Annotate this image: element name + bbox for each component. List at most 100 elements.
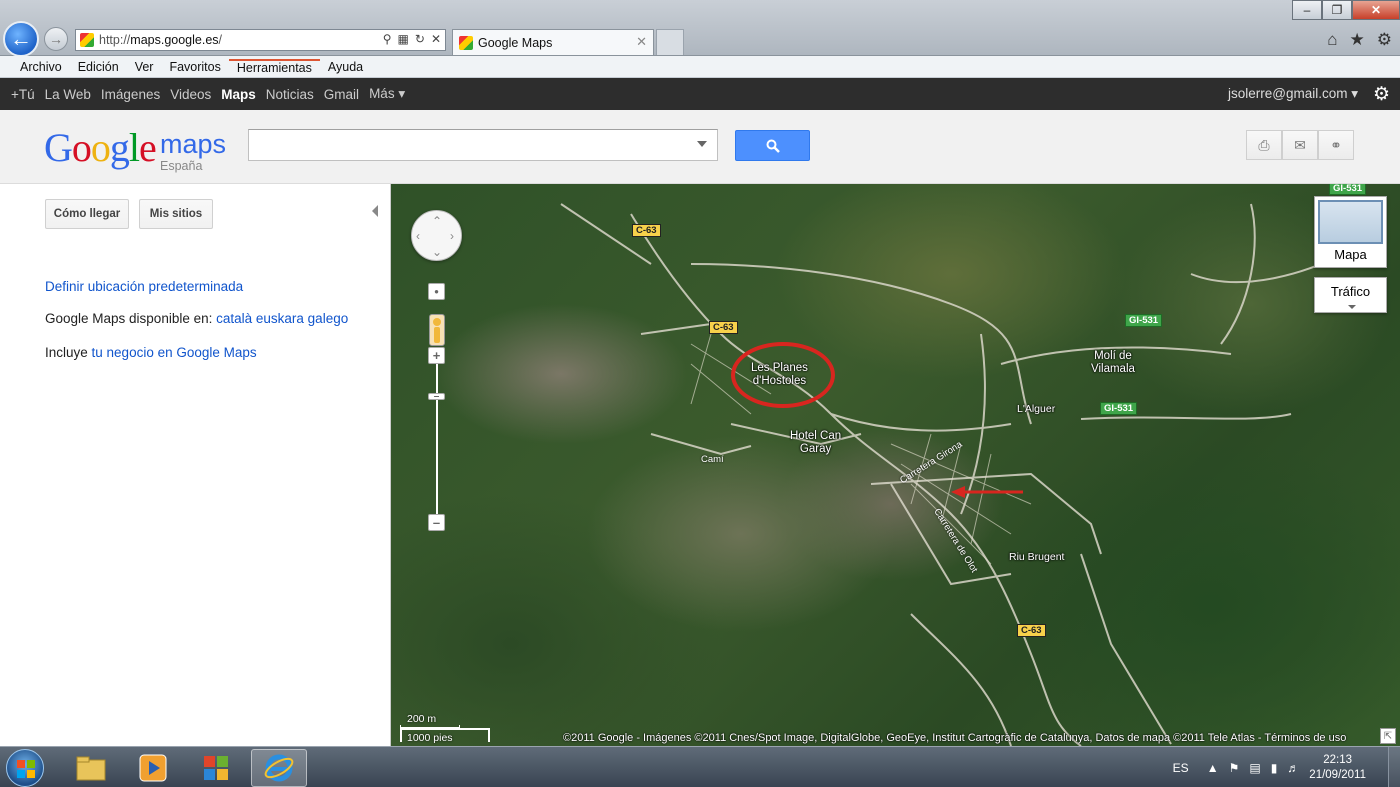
menu-archivo[interactable]: Archivo (12, 60, 70, 74)
road-network (560, 203, 1362, 746)
pegman-icon[interactable] (429, 314, 445, 346)
compat-view-icon[interactable]: ▦ (398, 32, 409, 46)
overview-toggle-icon[interactable]: ⇱ (1380, 728, 1396, 744)
menu-edicion[interactable]: Edición (70, 60, 127, 74)
device-icon[interactable]: ▤ (1249, 761, 1260, 775)
menu-ayuda[interactable]: Ayuda (320, 60, 371, 74)
stop-icon[interactable]: ✕ (431, 32, 441, 46)
show-hidden-icons-icon[interactable]: ▲ (1207, 761, 1219, 775)
pan-up-icon[interactable]: ⌃ (432, 215, 442, 227)
gbar-more[interactable]: Más ▾ (364, 86, 410, 102)
map-copyright[interactable]: ©2011 Google - Imágenes ©2011 Cnes/Spot … (563, 732, 1346, 744)
left-panel: Cómo llegar Mis sitios Definir ubicación… (0, 184, 391, 746)
google-logo[interactable]: Google (44, 124, 157, 171)
pan-control[interactable]: ⌃ ⌄ ‹ › (411, 210, 462, 261)
ie-toolbar-icons: ⌂ ★ ⚙ (1327, 30, 1392, 50)
menu-ver[interactable]: Ver (127, 60, 162, 74)
settings-gear-icon[interactable]: ⚙ (1373, 83, 1390, 106)
directions-button[interactable]: Cómo llegar (45, 199, 129, 229)
zoom-in-button[interactable]: + (428, 347, 445, 364)
road-badge-gi531: GI-531 (1125, 314, 1163, 327)
explorer-taskbar-button[interactable] (63, 749, 119, 787)
include-business-text: Incluye tu negocio en Google Maps (45, 345, 257, 360)
show-desktop-button[interactable] (1388, 747, 1400, 787)
folder-icon (76, 756, 106, 781)
language-links[interactable]: català euskara galego (216, 311, 348, 326)
menu-favoritos[interactable]: Favoritos (161, 60, 228, 74)
gbar-gmail[interactable]: Gmail (319, 87, 364, 102)
gbar-images[interactable]: Imágenes (96, 87, 165, 102)
favorites-star-icon[interactable]: ★ (1350, 30, 1365, 50)
search-icon[interactable]: ⚲ (383, 32, 392, 46)
center-dot-icon[interactable]: ● (428, 283, 445, 300)
input-language[interactable]: ES (1173, 761, 1189, 775)
email-icon[interactable]: ✉ (1282, 130, 1318, 160)
gbar-plus[interactable]: +Tú (6, 87, 40, 102)
volume-icon[interactable]: ♬ (1287, 761, 1299, 775)
search-input[interactable] (248, 129, 718, 161)
ie-taskbar-button[interactable] (251, 749, 307, 787)
traffic-layer-control[interactable]: Tráfico (1314, 277, 1387, 313)
logo-letter: o (90, 125, 111, 170)
logo-letter: G (44, 125, 73, 170)
start-button[interactable] (6, 749, 44, 787)
back-button[interactable]: ← (3, 21, 39, 57)
red-circle-annotation (731, 342, 835, 408)
logo-country: España (160, 159, 203, 173)
tools-gear-icon[interactable]: ⚙ (1377, 30, 1392, 50)
home-icon[interactable]: ⌂ (1327, 30, 1337, 50)
gbar-videos[interactable]: Videos (165, 87, 216, 102)
place-label-moli: Molí de Vilamala (1091, 350, 1135, 376)
refresh-icon[interactable]: ↻ (415, 32, 425, 46)
road-badge-gi531: GI-531 (1100, 402, 1138, 415)
my-places-button[interactable]: Mis sitios (139, 199, 213, 229)
internet-explorer-icon (264, 754, 294, 782)
account-menu[interactable]: jsolerre@gmail.com ▾ (1228, 86, 1358, 102)
windows-app-icon (204, 756, 228, 780)
search-field[interactable] (249, 130, 679, 160)
place-line: Molí de (1094, 350, 1132, 362)
include-prefix: Incluye (45, 345, 92, 360)
address-bar[interactable]: http://maps.google.es / ⚲ ▦ ↻ ✕ (75, 29, 446, 51)
minimize-button[interactable]: – (1292, 0, 1322, 20)
new-tab-button[interactable] (656, 29, 684, 55)
close-window-button[interactable]: ✕ (1352, 0, 1400, 20)
close-tab-icon[interactable]: ✕ (636, 34, 647, 50)
zoom-out-button[interactable]: – (428, 514, 445, 531)
pan-left-icon[interactable]: ‹ (416, 230, 420, 242)
search-button[interactable] (735, 130, 810, 161)
default-location-link[interactable]: Definir ubicación predeterminada (45, 279, 243, 294)
place-line: Vilamala (1091, 363, 1135, 375)
satellite-map[interactable]: ⌃ ⌄ ‹ › ● + – – Mapa Tráfico C-63 C-63 C… (391, 184, 1400, 746)
maps-header: Google maps España ⎙ ✉ ⚭ (0, 110, 1400, 184)
media-player-taskbar-button[interactable] (125, 749, 181, 787)
gbar-news[interactable]: Noticias (261, 87, 319, 102)
gbar-maps[interactable]: Maps (216, 87, 261, 102)
zoom-slider-rail[interactable] (436, 364, 438, 514)
action-center-flag-icon[interactable]: ⚑ (1229, 761, 1240, 775)
app-taskbar-button[interactable] (188, 749, 244, 787)
clock-time: 22:13 (1323, 753, 1353, 766)
zoom-slider-handle[interactable]: – (428, 392, 445, 402)
search-dropdown-icon[interactable] (697, 141, 707, 147)
menu-herramientas[interactable]: Herramientas (228, 58, 320, 75)
link-icon[interactable]: ⚭ (1318, 130, 1354, 160)
url-suffix: / (218, 33, 223, 47)
logo-letter: o (71, 125, 92, 170)
forward-button[interactable]: → (44, 27, 68, 51)
pan-right-icon[interactable]: › (450, 230, 454, 242)
tab-title: Google Maps (478, 35, 553, 50)
road-badge-c63: C-63 (709, 321, 738, 334)
map-type-label: Mapa (1334, 247, 1367, 262)
browser-tab[interactable]: Google Maps ✕ (452, 29, 654, 55)
traffic-dropdown-icon[interactable] (1348, 305, 1356, 309)
print-icon[interactable]: ⎙ (1246, 130, 1282, 160)
clock[interactable]: 22:13 21/09/2011 (1309, 753, 1366, 783)
gbar-web[interactable]: La Web (40, 87, 96, 102)
map-type-control[interactable]: Mapa (1314, 196, 1387, 268)
pan-down-icon[interactable]: ⌄ (432, 246, 442, 258)
business-link[interactable]: tu negocio en Google Maps (92, 345, 257, 360)
maximize-button[interactable]: ❐ (1322, 0, 1352, 20)
network-signal-icon[interactable]: ▮ (1271, 761, 1278, 775)
collapse-panel-icon[interactable] (372, 205, 378, 217)
